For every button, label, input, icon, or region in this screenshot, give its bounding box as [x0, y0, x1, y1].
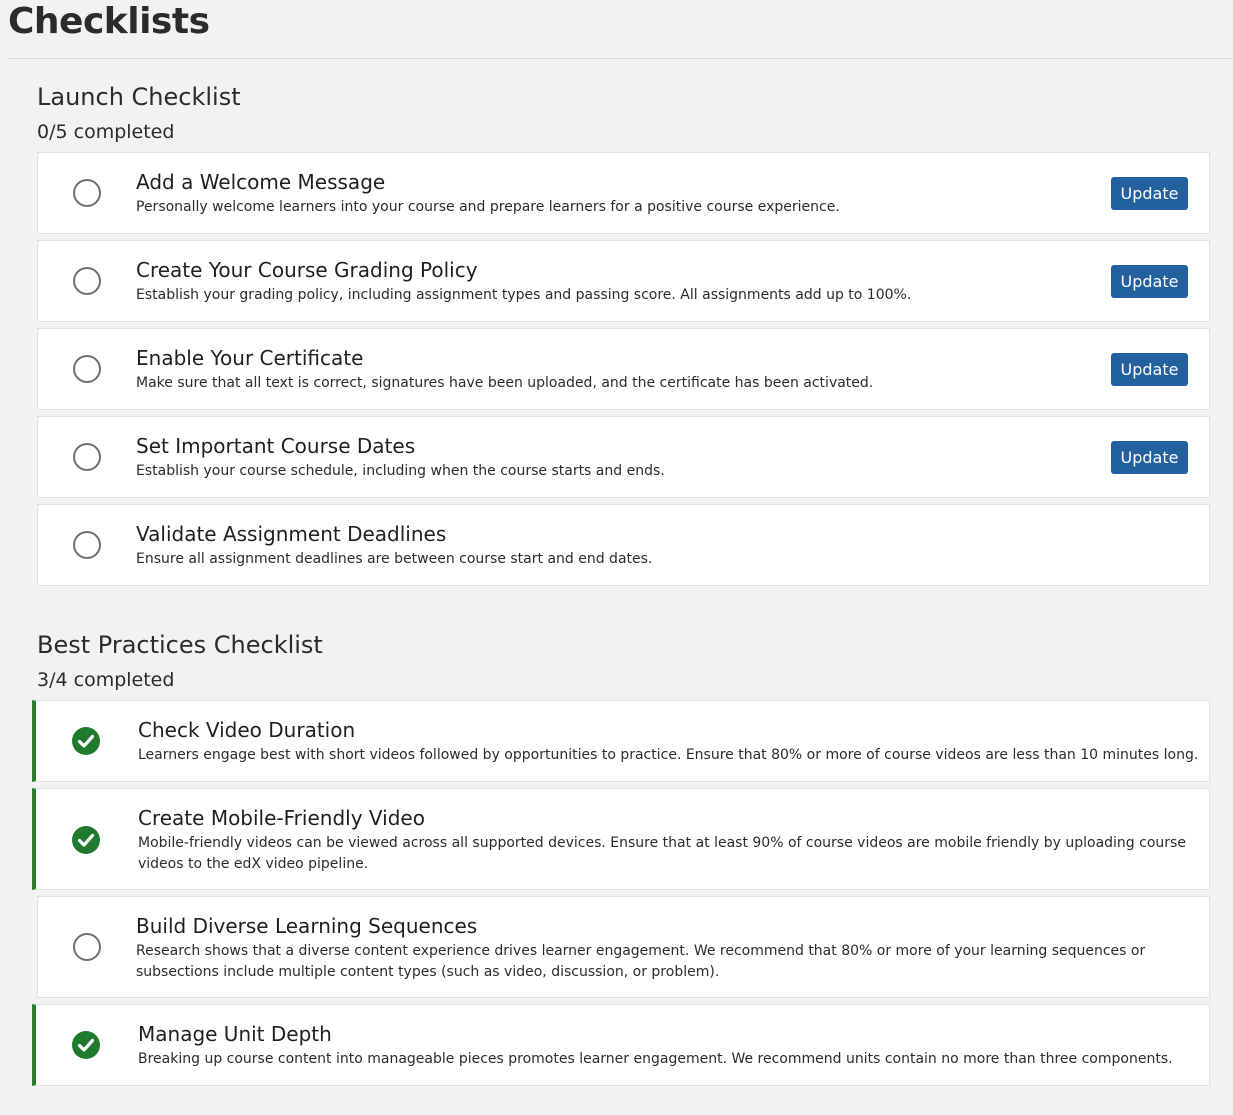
incomplete-circle-icon — [73, 267, 101, 295]
item-title: Build Diverse Learning Sequences — [136, 914, 478, 938]
checklist-item-assignment-deadlines: Validate Assignment Deadlines Ensure all… — [37, 504, 1210, 586]
check-circle-icon — [72, 826, 100, 854]
item-description: Research shows that a diverse content ex… — [136, 943, 1146, 980]
checklist-item-welcome-message: Add a Welcome Message Personally welcome… — [37, 152, 1210, 234]
item-description: Establish your grading policy, including… — [136, 287, 912, 303]
checklist-item-certificate: Enable Your Certificate Make sure that a… — [37, 328, 1210, 410]
incomplete-circle-icon — [73, 355, 101, 383]
item-title: Validate Assignment Deadlines — [136, 522, 447, 546]
launch-checklist-items: Add a Welcome Message Personally welcome… — [37, 152, 1210, 586]
best-practices-checklist-progress: 3/4 completed — [37, 669, 175, 691]
best-practices-checklist-items: Check Video Duration Learners engage bes… — [32, 700, 1210, 1086]
launch-checklist: Launch Checklist 0/5 completed Add a Wel… — [37, 82, 1210, 592]
check-circle-icon — [72, 727, 100, 755]
checklist-item-mobile-friendly-video: Create Mobile-Friendly Video Mobile-frie… — [32, 788, 1210, 890]
checklist-item-grading-policy: Create Your Course Grading Policy Establ… — [37, 240, 1210, 322]
launch-checklist-title: Launch Checklist — [37, 83, 241, 111]
checklist-item-video-duration: Check Video Duration Learners engage bes… — [32, 700, 1210, 782]
check-circle-icon — [72, 1031, 100, 1059]
item-description: Breaking up course content into manageab… — [138, 1051, 1173, 1067]
title-divider — [8, 58, 1233, 59]
item-title: Check Video Duration — [138, 718, 356, 742]
page-title: Checklists — [8, 1, 210, 42]
item-title: Add a Welcome Message — [136, 170, 386, 194]
best-practices-checklist-title: Best Practices Checklist — [37, 631, 323, 659]
item-title: Create Your Course Grading Policy — [136, 258, 478, 282]
item-description: Ensure all assignment deadlines are betw… — [136, 551, 653, 567]
item-title: Set Important Course Dates — [136, 434, 416, 458]
checklist-item-course-dates: Set Important Course Dates Establish you… — [37, 416, 1210, 498]
incomplete-circle-icon — [73, 443, 101, 471]
incomplete-circle-icon — [73, 531, 101, 559]
item-title: Manage Unit Depth — [138, 1022, 332, 1046]
update-certificate-button[interactable]: Update — [1111, 353, 1188, 386]
checklist-item-diverse-learning-sequences: Build Diverse Learning Sequences Researc… — [37, 896, 1210, 998]
update-course-dates-button[interactable]: Update — [1111, 441, 1188, 474]
item-title: Enable Your Certificate — [136, 346, 364, 370]
update-welcome-message-button[interactable]: Update — [1111, 177, 1188, 210]
item-description: Make sure that all text is correct, sign… — [136, 375, 874, 391]
checklist-item-unit-depth: Manage Unit Depth Breaking up course con… — [32, 1004, 1210, 1086]
item-title: Create Mobile-Friendly Video — [138, 806, 425, 830]
update-grading-policy-button[interactable]: Update — [1111, 265, 1188, 298]
launch-checklist-progress: 0/5 completed — [37, 121, 175, 143]
item-description: Mobile-friendly videos can be viewed acr… — [138, 835, 1186, 872]
item-description: Personally welcome learners into your co… — [136, 199, 840, 215]
item-description: Establish your course schedule, includin… — [136, 463, 665, 479]
incomplete-circle-icon — [73, 179, 101, 207]
best-practices-checklist: Best Practices Checklist 3/4 completed C… — [32, 630, 1210, 1092]
incomplete-circle-icon — [73, 933, 101, 961]
item-description: Learners engage best with short videos f… — [138, 747, 1199, 763]
